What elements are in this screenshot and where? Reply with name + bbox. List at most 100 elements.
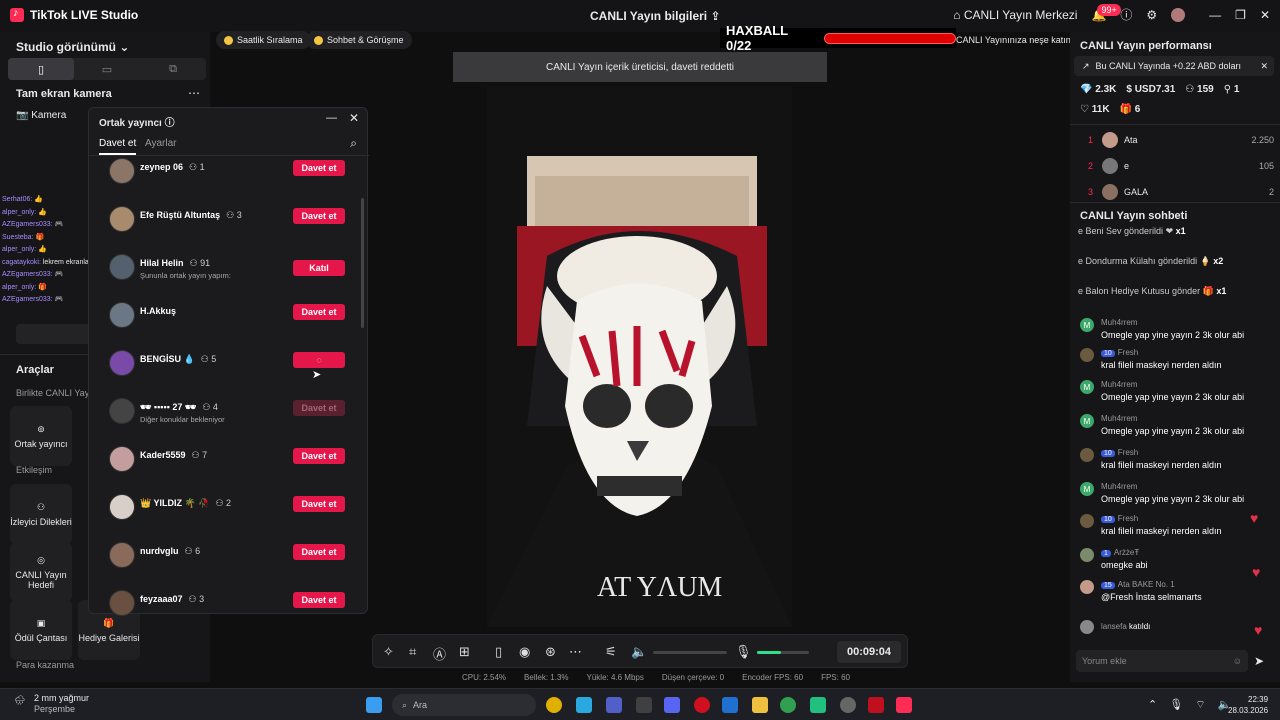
invite-button[interactable]: Davet et: [293, 592, 345, 608]
app-icon[interactable]: [810, 697, 826, 713]
live-info-title[interactable]: CANLI Yayın bilgileri ⇪: [590, 9, 721, 23]
bell-icon[interactable]: 🔔99+: [1091, 3, 1121, 22]
youtube-icon[interactable]: [868, 697, 884, 713]
discord-icon[interactable]: [664, 697, 680, 713]
clock[interactable]: 22:39 28.03.2026: [1228, 694, 1268, 716]
tools-title: Araçlar: [16, 364, 54, 376]
gear-icon[interactable]: ⚙: [1146, 8, 1157, 22]
more-icon[interactable]: ⋯: [569, 644, 582, 660]
chat-meetup-chip[interactable]: Sohbet & Görüşme: [306, 31, 412, 49]
host-name: H.Akkuş: [140, 306, 177, 316]
mic-slider[interactable]: [757, 651, 809, 654]
emoji-icon[interactable]: ☺: [1233, 656, 1242, 666]
record-icon[interactable]: ◉: [519, 644, 530, 660]
tab-settings[interactable]: Ayarlar: [145, 138, 177, 149]
streamer-video-frame: AT YɅUM: [487, 86, 792, 627]
stats-bar: CPU: 2.54% Bellek: 1.3% Yükle: 4.6 Mbps …: [462, 673, 850, 682]
chrome-icon[interactable]: [546, 697, 562, 713]
invite-button[interactable]: Davet et: [293, 208, 345, 224]
viewer-requests-button[interactable]: ⚇ İzleyici Dilekleri: [10, 484, 72, 544]
comment-input[interactable]: Yorum ekle ☺: [1076, 650, 1248, 672]
share-icon[interactable]: ⇪: [710, 9, 720, 23]
chat-title: CANLI Yayın sohbeti: [1080, 210, 1188, 222]
magic-icon[interactable]: ✧: [383, 644, 394, 660]
co-host-button[interactable]: ⊚ Ortak yayıncı: [10, 406, 72, 466]
portrait-tab[interactable]: ▯: [8, 58, 74, 80]
tiktok-live-studio-taskbar-icon[interactable]: [896, 697, 912, 713]
tab-invite[interactable]: Davet et: [99, 138, 137, 155]
mic-icon[interactable]: 🎙: [1169, 698, 1183, 712]
mouse-cursor-icon: ➤: [312, 369, 322, 381]
ai-icon[interactable]: Ⓐ: [433, 644, 446, 663]
live-goal-button[interactable]: ◎ CANLI Yayın Hedefi: [10, 542, 72, 602]
camera-source[interactable]: 📷 Kamera: [16, 110, 66, 121]
opera-icon[interactable]: [694, 697, 710, 713]
reward-bag-button[interactable]: ▣ Ödül Çantası: [10, 600, 72, 660]
avatar[interactable]: [1171, 7, 1186, 22]
mic-icon[interactable]: 🎙: [735, 644, 752, 660]
volume-slider[interactable]: [653, 651, 727, 654]
translate-icon[interactable]: ⌗: [409, 644, 416, 660]
mail-icon[interactable]: [722, 697, 738, 713]
edge-icon[interactable]: [576, 697, 592, 713]
mixer-icon[interactable]: ⚟: [605, 644, 617, 660]
avatar: [1102, 132, 1118, 148]
gift-notice: e Beni Sev gönderildi ❤ x1: [1078, 226, 1186, 236]
teams-icon[interactable]: [606, 697, 622, 713]
avatar: [109, 446, 135, 472]
studio-view-dropdown[interactable]: Studio görünümü ⌄: [16, 40, 129, 54]
replay-icon[interactable]: ⊛: [545, 644, 556, 660]
minimize-icon[interactable]: —: [326, 112, 337, 124]
invite-button[interactable]: Davet et: [293, 448, 345, 464]
search-input[interactable]: ⌕ Ara: [392, 694, 536, 716]
explorer-icon[interactable]: [636, 697, 652, 713]
more-icon[interactable]: ⋯: [188, 86, 200, 100]
add-source-icon[interactable]: ⊞: [459, 644, 470, 660]
folder-icon[interactable]: [752, 697, 768, 713]
help-icon[interactable]: ⓘ: [165, 118, 175, 129]
phone-icon[interactable]: ▯: [495, 644, 502, 660]
invite-button[interactable]: Davet et: [293, 304, 345, 320]
avatar: [109, 158, 135, 184]
help-icon[interactable]: ⓘ: [1120, 6, 1132, 23]
followers-stat: ⚲ 1: [1223, 84, 1240, 95]
chrome-alt-icon[interactable]: [780, 697, 796, 713]
weather-widget[interactable]: 🌧 2 mm yağmur Perşembe: [14, 693, 89, 715]
orientation-tabs: ▯ ▭ ⧉: [8, 58, 206, 80]
obs-icon[interactable]: [840, 697, 856, 713]
together-live-label: Birlikte CANLI Yayı: [16, 388, 92, 398]
wifi-icon[interactable]: ⌔: [1195, 698, 1205, 712]
maximize-icon[interactable]: ❐: [1235, 8, 1246, 22]
chevron-up-icon[interactable]: ⌃: [1148, 698, 1157, 712]
search-icon[interactable]: ⌕: [350, 136, 357, 151]
list-item: Kader5559 ⚇ 7 Davet et: [107, 446, 347, 494]
list-item: Hilal Helin ⚇ 91 Şununla ortak yayın yapım…: [107, 254, 347, 302]
ranking-row[interactable]: 1 Ata 2.250: [1088, 132, 1274, 148]
avatar: M: [1080, 414, 1094, 428]
host-subtitle: Diğer konuklar bekleniyor: [140, 415, 225, 424]
close-icon[interactable]: ✕: [1260, 8, 1270, 22]
invite-button[interactable]: Davet et: [293, 544, 345, 560]
hourly-ranking-chip[interactable]: Saatlik Sıralama: [216, 31, 311, 49]
speaker-icon[interactable]: 🔈: [631, 644, 647, 660]
chat-join: lansefa katıldı: [1078, 620, 1274, 636]
invite-button[interactable]: Davet et: [293, 496, 345, 512]
landscape-tab[interactable]: ▭: [74, 58, 140, 80]
chat-message: M Muh4rrem Omegle yap yine yayın 2 3k olur…: [1078, 482, 1274, 512]
minimize-icon[interactable]: —: [1209, 8, 1221, 22]
invite-button[interactable]: Davet et: [293, 160, 345, 176]
layout-tab[interactable]: ⧉: [140, 58, 206, 80]
close-icon[interactable]: ✕: [349, 111, 359, 125]
ranking-row[interactable]: 3 GALA 2: [1088, 184, 1274, 200]
ranking-row[interactable]: 2 e 105: [1088, 158, 1274, 174]
avatar: M: [1080, 380, 1094, 394]
scrollbar[interactable]: [361, 198, 364, 328]
send-icon[interactable]: ➤: [1254, 654, 1264, 668]
invite-loading-button[interactable]: ◌: [293, 352, 345, 368]
windows-start-icon[interactable]: [366, 697, 382, 713]
close-icon[interactable]: ✕: [1260, 61, 1268, 72]
titlebar-right: ⌂ CANLI Yayın Merkezi 🔔99+ ⓘ ⚙ — ❐ ✕: [953, 3, 1270, 23]
chat-message: M Muh4rrem Omegle yap yine yayın 2 3k olur…: [1078, 318, 1274, 348]
join-button[interactable]: Katıl: [293, 260, 345, 276]
live-center-link[interactable]: ⌂ CANLI Yayın Merkezi: [953, 8, 1077, 22]
